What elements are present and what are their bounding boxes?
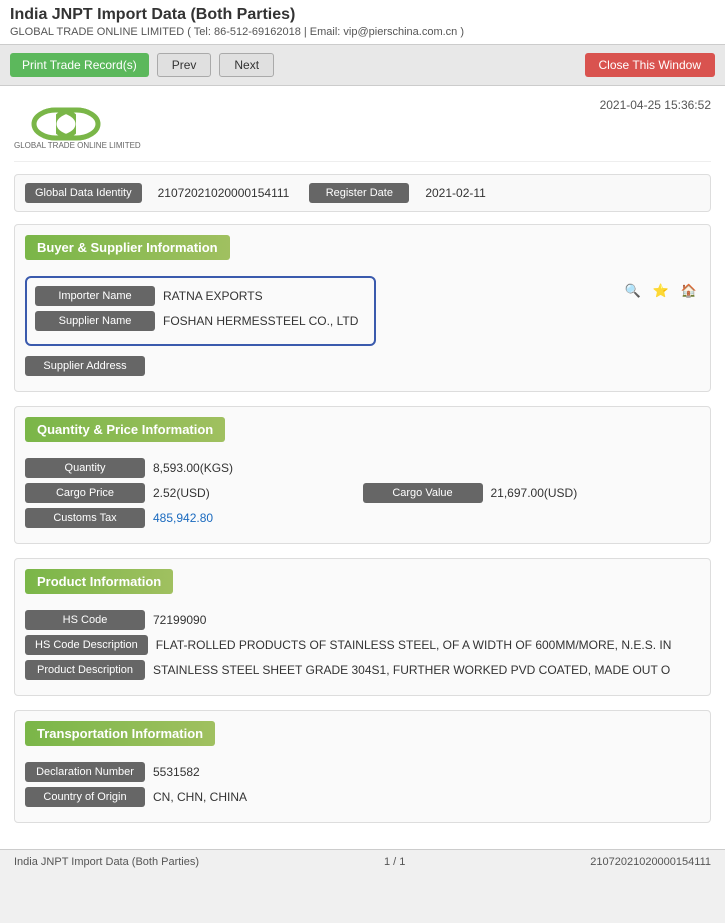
footer-center: 1 / 1 [384, 856, 405, 868]
logo-area: GLOBAL TRADE ONLINE LIMITED [14, 98, 174, 153]
global-data-label: Global Data Identity [25, 183, 142, 203]
hs-code-value: 72199090 [145, 613, 700, 627]
identity-group: Global Data Identity 2107202102000015411… [25, 183, 297, 203]
transportation-section: Transportation Information Declaration N… [14, 710, 711, 823]
identity-section: Global Data Identity 2107202102000015411… [14, 174, 711, 212]
supplier-label: Supplier Name [35, 311, 155, 331]
quantity-value: 8,593.00(KGS) [145, 461, 700, 475]
close-button[interactable]: Close This Window [585, 53, 715, 77]
cargo-value-label: Cargo Value [363, 483, 483, 503]
page-footer: India JNPT Import Data (Both Parties) 1 … [0, 849, 725, 874]
cargo-price-value: 2.52(USD) [145, 486, 363, 500]
quantity-label: Quantity [25, 458, 145, 478]
hs-code-desc-label: HS Code Description [25, 635, 148, 655]
cargo-value-value: 21,697.00(USD) [483, 486, 701, 500]
page-header: India JNPT Import Data (Both Parties) GL… [0, 0, 725, 45]
product-desc-value: STAINLESS STEEL SHEET GRADE 304S1, FURTH… [145, 663, 700, 677]
country-origin-row: Country of Origin CN, CHN, CHINA [25, 787, 700, 807]
search-icon[interactable]: 🔍 [622, 280, 644, 302]
hs-code-desc-row: HS Code Description FLAT-ROLLED PRODUCTS… [25, 635, 700, 655]
supplier-address-row: Supplier Address [25, 356, 376, 376]
main-content: GLOBAL TRADE ONLINE LIMITED 2021-04-25 1… [0, 86, 725, 849]
page-subtitle: GLOBAL TRADE ONLINE LIMITED ( Tel: 86-51… [10, 26, 715, 38]
cargo-price-row: Cargo Price 2.52(USD) Cargo Value 21,697… [25, 483, 700, 503]
importer-value: RATNA EXPORTS [155, 289, 366, 303]
footer-right: 21072021020000154111 [590, 856, 711, 868]
register-group: Register Date 2021-02-11 [309, 183, 494, 203]
transportation-title: Transportation Information [25, 721, 215, 746]
supplier-address-label: Supplier Address [25, 356, 145, 376]
page-title: India JNPT Import Data (Both Parties) [10, 6, 715, 24]
declaration-row: Declaration Number 5531582 [25, 762, 700, 782]
buyer-supplier-title: Buyer & Supplier Information [25, 235, 230, 260]
star-icon[interactable]: ⭐ [650, 280, 672, 302]
register-date-value: 2021-02-11 [417, 186, 494, 200]
product-desc-row: Product Description STAINLESS STEEL SHEE… [25, 660, 700, 680]
declaration-value: 5531582 [145, 765, 700, 779]
svg-text:GLOBAL TRADE ONLINE LIMITED: GLOBAL TRADE ONLINE LIMITED [14, 141, 141, 150]
quantity-price-section: Quantity & Price Information Quantity 8,… [14, 406, 711, 544]
product-desc-label: Product Description [25, 660, 145, 680]
buyer-supplier-inner-box: Importer Name RATNA EXPORTS Supplier Nam… [25, 276, 376, 346]
global-data-value: 21072021020000154111 [150, 186, 298, 200]
quantity-price-title: Quantity & Price Information [25, 417, 225, 442]
quantity-price-header-wrap: Quantity & Price Information [25, 417, 700, 450]
customs-tax-value: 485,942.80 [145, 511, 700, 525]
cargo-price-label: Cargo Price [25, 483, 145, 503]
product-section: Product Information HS Code 72199090 HS … [14, 558, 711, 696]
customs-tax-row: Customs Tax 485,942.80 [25, 508, 700, 528]
product-header-wrap: Product Information [25, 569, 700, 602]
next-button[interactable]: Next [219, 53, 274, 77]
record-header: GLOBAL TRADE ONLINE LIMITED 2021-04-25 1… [14, 98, 711, 162]
customs-tax-label: Customs Tax [25, 508, 145, 528]
product-title: Product Information [25, 569, 173, 594]
company-logo: GLOBAL TRADE ONLINE LIMITED [14, 98, 174, 150]
country-origin-label: Country of Origin [25, 787, 145, 807]
buyer-supplier-header-wrap: Buyer & Supplier Information [25, 235, 700, 268]
print-button[interactable]: Print Trade Record(s) [10, 53, 149, 77]
buyer-supplier-section: Buyer & Supplier Information Importer Na… [14, 224, 711, 392]
hs-code-desc-value: FLAT-ROLLED PRODUCTS OF STAINLESS STEEL,… [148, 638, 700, 652]
home-icon[interactable]: 🏠 [678, 280, 700, 302]
record-datetime: 2021-04-25 15:36:52 [600, 98, 711, 112]
importer-label: Importer Name [35, 286, 155, 306]
quantity-row: Quantity 8,593.00(KGS) [25, 458, 700, 478]
hs-code-row: HS Code 72199090 [25, 610, 700, 630]
footer-left: India JNPT Import Data (Both Parties) [14, 856, 199, 868]
supplier-row: Supplier Name FOSHAN HERMESSTEEL CO., LT… [35, 311, 366, 331]
toolbar: Print Trade Record(s) Prev Next Close Th… [0, 45, 725, 86]
declaration-label: Declaration Number [25, 762, 145, 782]
register-date-label: Register Date [309, 183, 409, 203]
hs-code-label: HS Code [25, 610, 145, 630]
importer-row: Importer Name RATNA EXPORTS [35, 286, 366, 306]
prev-button[interactable]: Prev [157, 53, 212, 77]
transportation-header-wrap: Transportation Information [25, 721, 700, 754]
supplier-value: FOSHAN HERMESSTEEL CO., LTD [155, 314, 366, 328]
country-origin-value: CN, CHN, CHINA [145, 790, 700, 804]
